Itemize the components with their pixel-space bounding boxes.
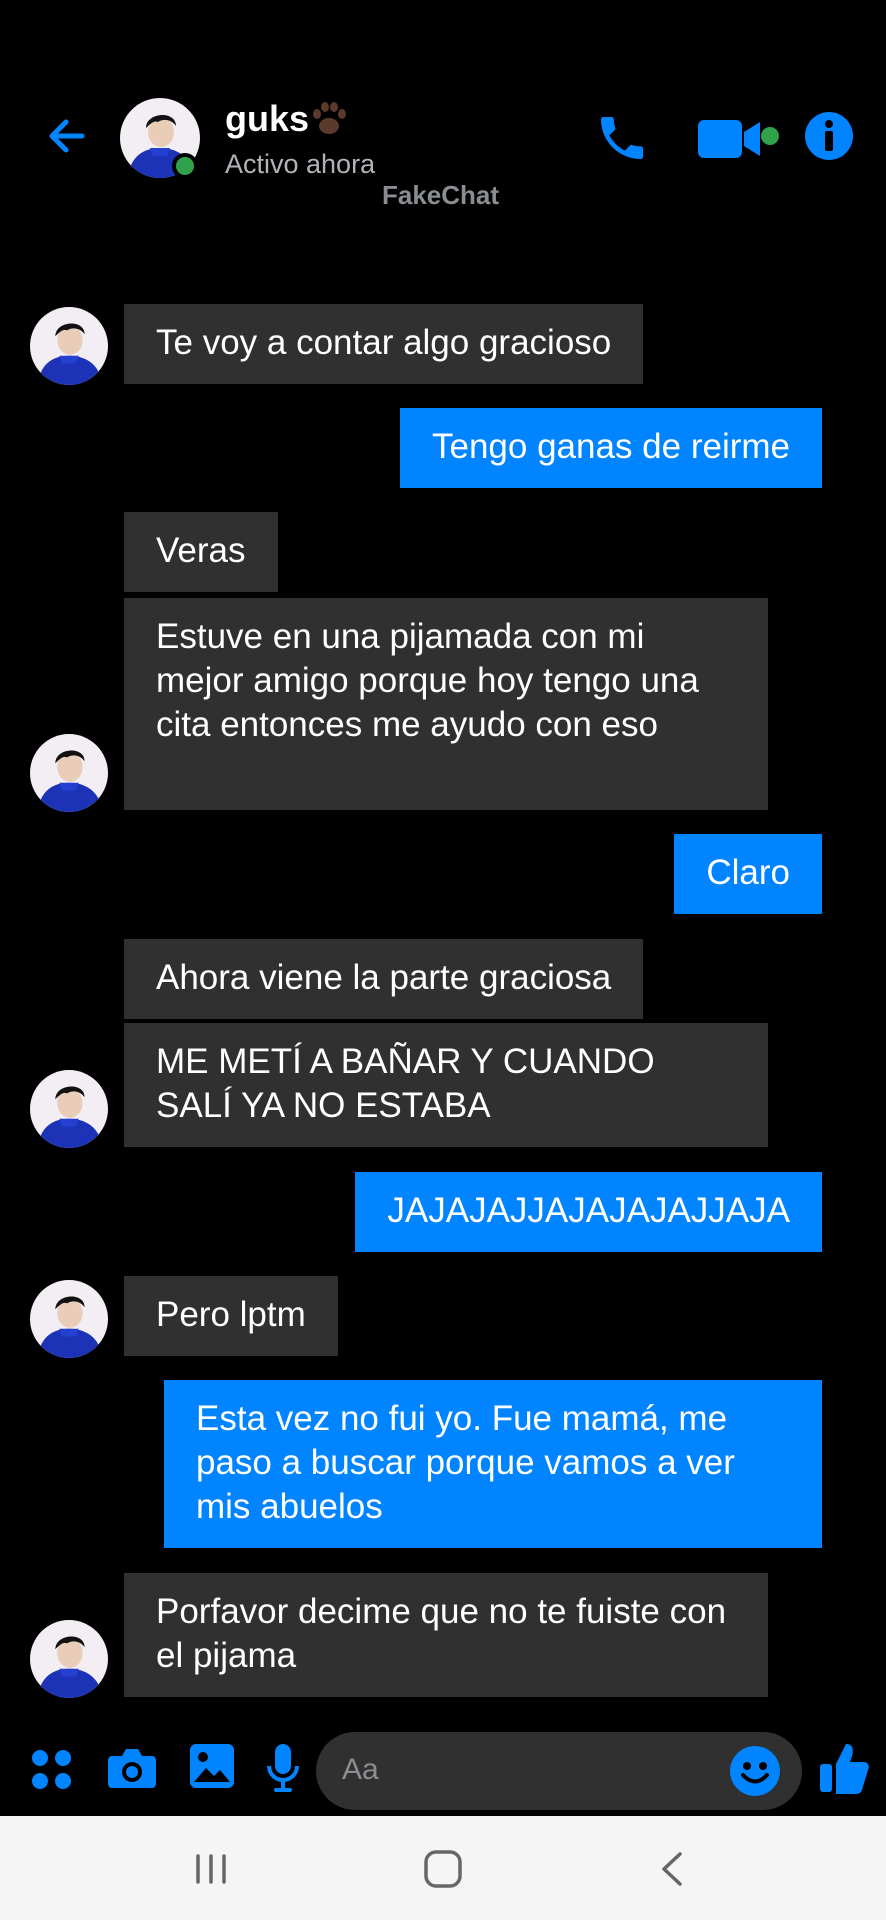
- message-bubble-incoming[interactable]: Veras: [124, 512, 278, 592]
- message-bubble-incoming[interactable]: Estuve en una pijamada con mi mejor amig…: [124, 598, 768, 810]
- message-bubble-outgoing[interactable]: Esta vez no fui yo. Fue mamá, me paso a …: [164, 1380, 822, 1548]
- microphone-icon[interactable]: [266, 1742, 300, 1796]
- system-navigation-bar: [0, 1816, 886, 1920]
- online-indicator: [172, 153, 198, 179]
- contact-avatar-small[interactable]: [30, 307, 108, 385]
- message-bubble-incoming[interactable]: Porfavor decime que no te fuiste con el …: [124, 1573, 768, 1697]
- emoji-icon[interactable]: [728, 1744, 782, 1798]
- message-bubble-incoming[interactable]: ME METÍ A BAÑAR Y CUANDO SALÍ YA NO ESTA…: [124, 1023, 768, 1147]
- info-icon[interactable]: [803, 110, 855, 162]
- message-input-placeholder: Aa: [342, 1753, 379, 1786]
- apps-grid-icon[interactable]: [30, 1748, 74, 1792]
- watermark: FakeChat: [382, 180, 500, 210]
- contact-avatar-small[interactable]: [30, 1070, 108, 1148]
- back-icon[interactable]: [648, 1848, 698, 1890]
- back-arrow-icon[interactable]: [40, 108, 96, 164]
- camera-icon[interactable]: [106, 1744, 158, 1792]
- home-icon[interactable]: [418, 1848, 468, 1890]
- recents-icon[interactable]: [186, 1848, 236, 1890]
- contact-avatar-small[interactable]: [30, 734, 108, 812]
- thumbs-up-icon[interactable]: [818, 1740, 870, 1796]
- message-bubble-incoming[interactable]: Te voy a contar algo gracioso: [124, 304, 644, 384]
- contact-name[interactable]: guks: [225, 98, 309, 140]
- message-composer: Aa: [0, 1720, 886, 1816]
- message-bubble-incoming[interactable]: Ahora viene la parte graciosa: [124, 939, 644, 1019]
- chat-header: guks Activo ahora FakeChat: [0, 0, 886, 230]
- message-bubble-incoming[interactable]: Pero lptm: [124, 1276, 338, 1356]
- message-bubble-outgoing[interactable]: Tengo ganas de reirme: [400, 408, 822, 488]
- contact-avatar-small[interactable]: [30, 1620, 108, 1698]
- contact-status: Activo ahora: [225, 149, 376, 179]
- message-input[interactable]: Aa: [316, 1732, 802, 1810]
- image-icon[interactable]: [188, 1742, 236, 1790]
- paw-icon: [313, 102, 346, 134]
- contact-avatar-small[interactable]: [30, 1280, 108, 1358]
- message-bubble-outgoing[interactable]: Claro: [674, 834, 822, 914]
- message-bubble-outgoing[interactable]: JAJAJAJJAJAJAJAJJAJA: [355, 1172, 822, 1252]
- phone-icon[interactable]: [594, 110, 650, 166]
- video-camera-icon[interactable]: [696, 116, 786, 162]
